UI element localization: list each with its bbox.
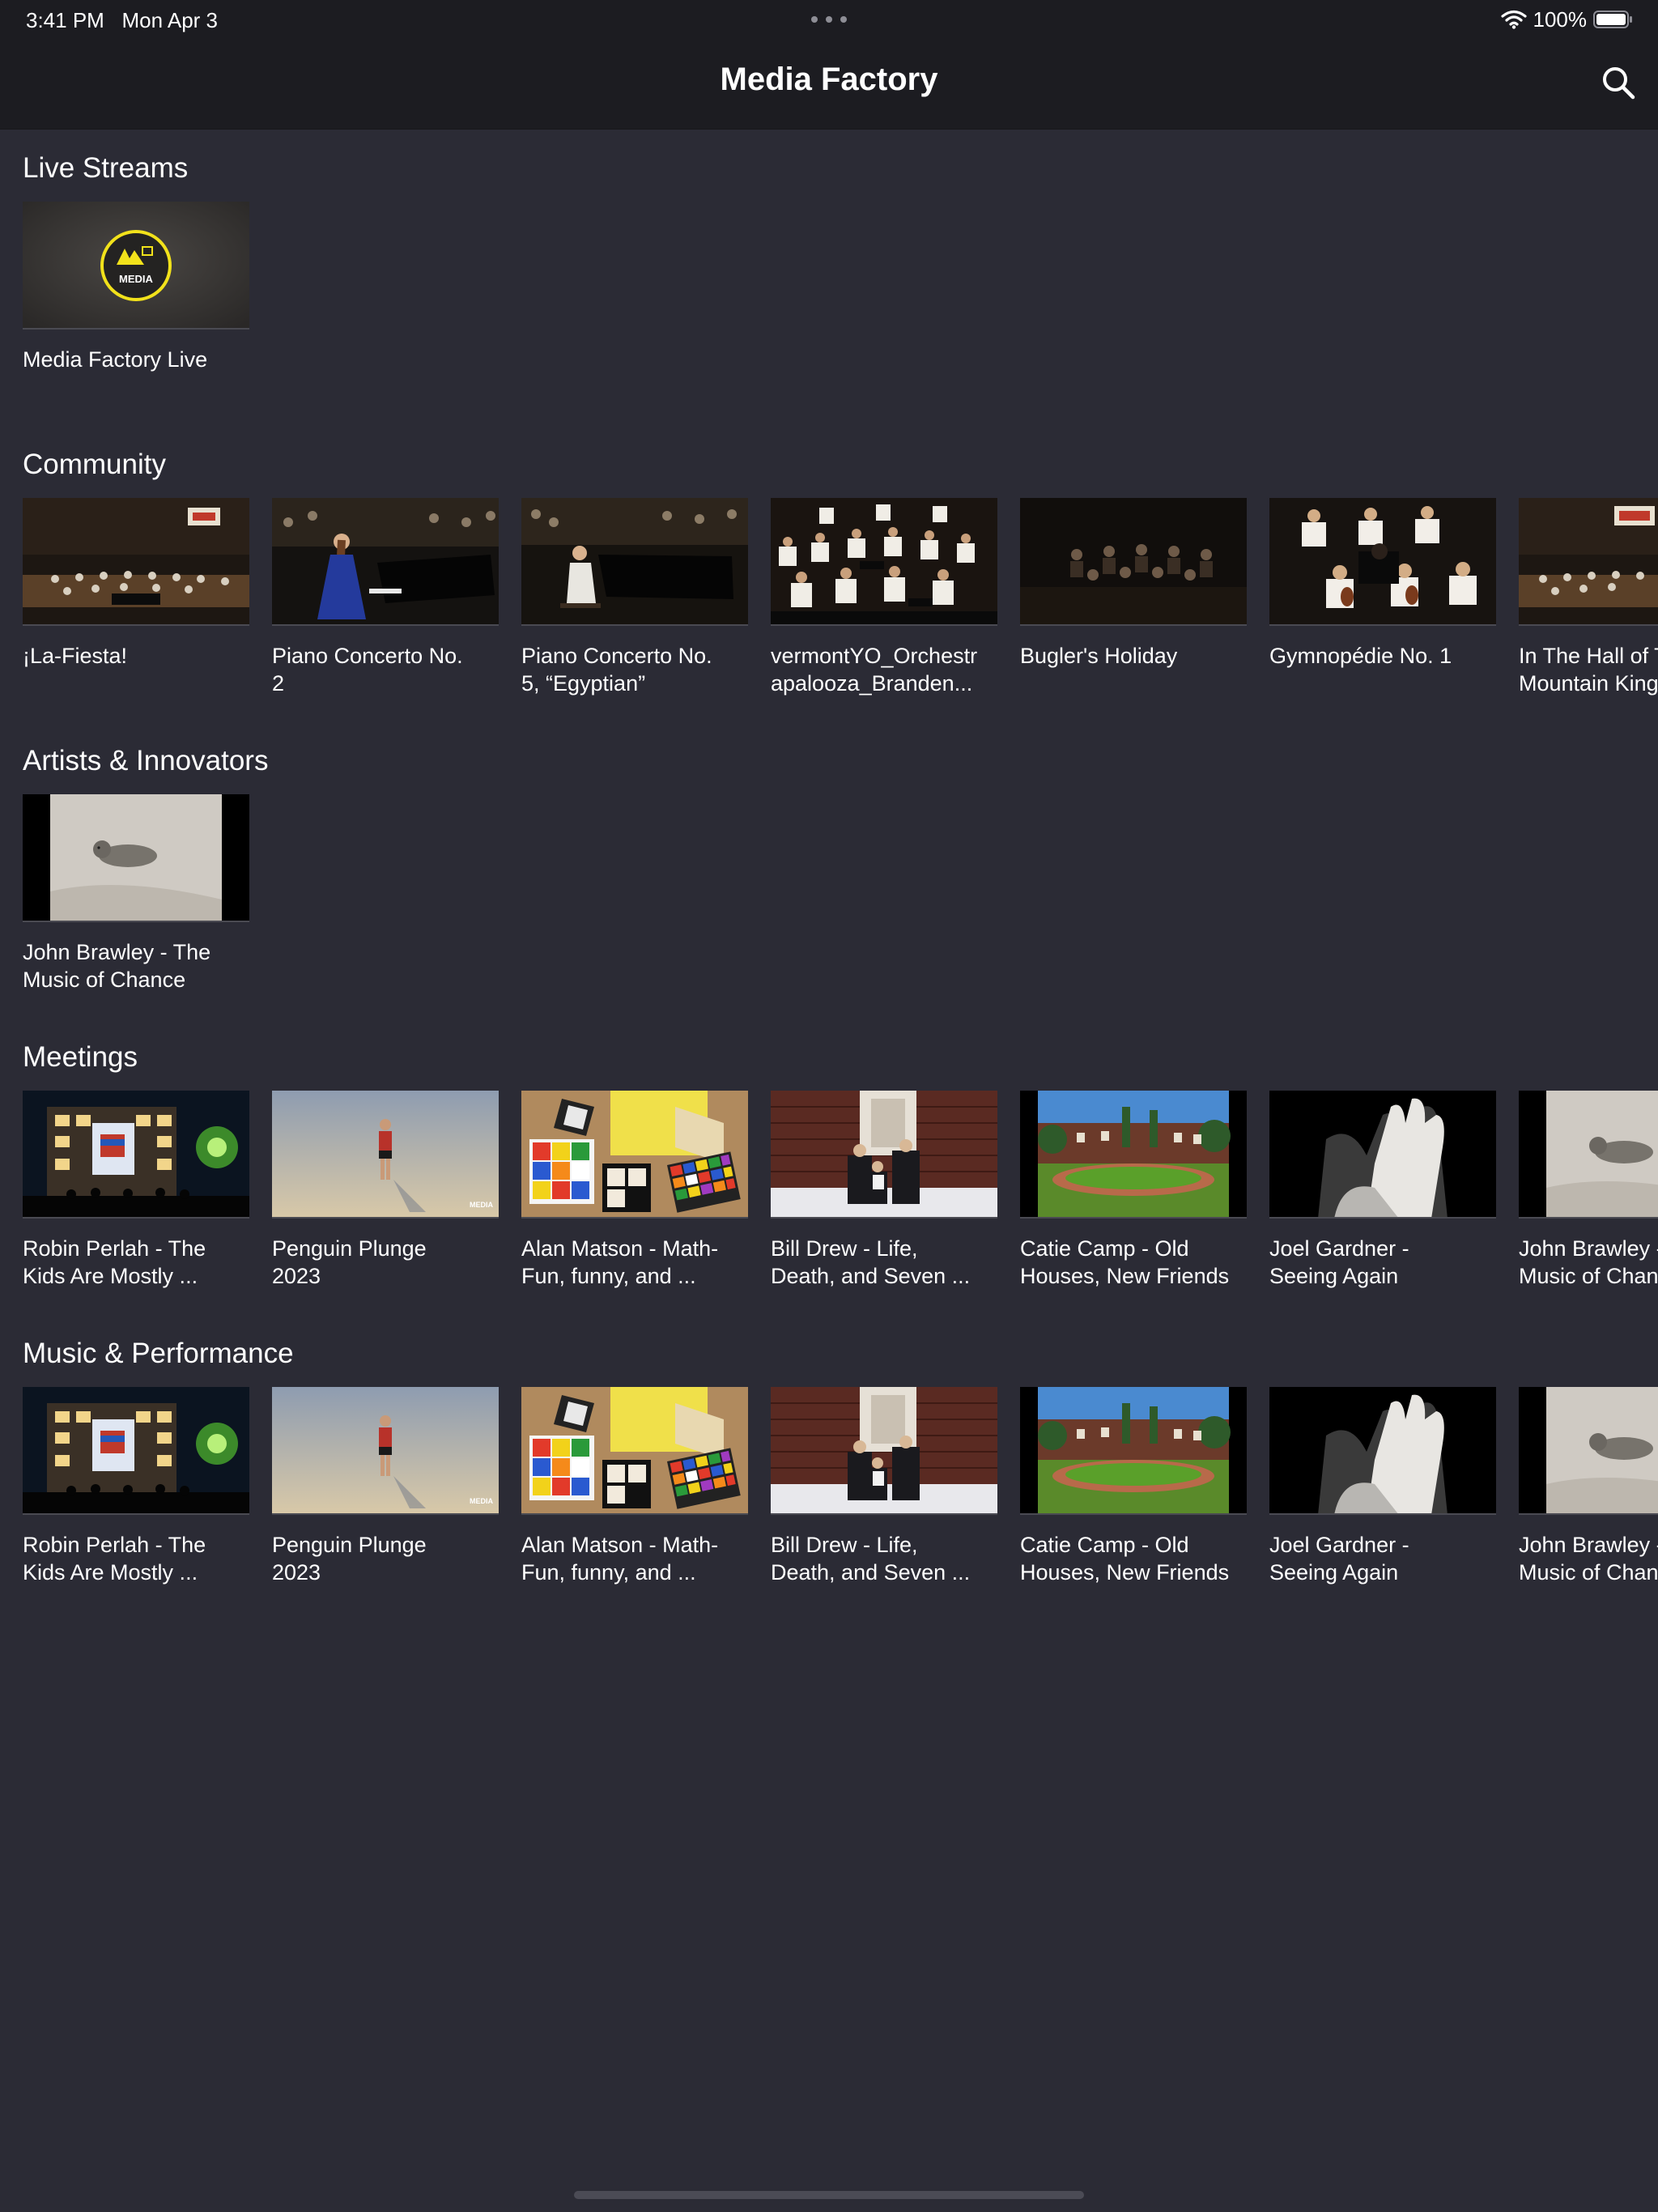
card-la-fiesta[interactable]: ¡La-Fiesta! (23, 498, 249, 670)
card-john-brawley[interactable]: John Brawley - The Music of Chance (1519, 1091, 1658, 1290)
clock-time: 3:41 PM (26, 8, 104, 32)
card-john-brawley-music-of-chance[interactable]: John Brawley - The Music of Chance (23, 794, 249, 993)
thumbnail (23, 1091, 249, 1219)
thumbnail (521, 1387, 748, 1515)
card-title: Catie Camp - Old Houses, New Friends (1020, 1236, 1230, 1288)
card-title: ¡La-Fiesta! (23, 644, 128, 668)
thumbnail (23, 1387, 249, 1515)
thumbnail: MEDIA (272, 1091, 499, 1219)
card-title: Bill Drew - Life, Death, and Seven ... (771, 1236, 971, 1288)
card-piano-concerto-5[interactable]: Piano Concerto No. 5, “Egyptian” (521, 498, 748, 697)
thumbnail (771, 1387, 997, 1515)
thumbnail (1519, 1387, 1658, 1515)
row-community: ¡La-Fiesta! Piano Concerto No. 2 Piano C… (23, 498, 1658, 725)
card-title: In The Hall of The Mountain King (1519, 644, 1658, 696)
row-live-streams: MEDIA Media Factory Live (23, 202, 1658, 428)
card-title: Media Factory Live (23, 347, 208, 372)
card-catie-camp[interactable]: Catie Camp - Old Houses, New Friends (1020, 1387, 1247, 1586)
card-robin-perlah[interactable]: Robin Perlah - The Kids Are Mostly ... (23, 1091, 249, 1290)
thumbnail (23, 794, 249, 922)
card-title: Joel Gardner - Seeing Again (1269, 1533, 1409, 1585)
card-title: Gymnopédie No. 1 (1269, 644, 1452, 668)
card-title: vermontYO_Orchestr apalooza_Branden... (771, 644, 978, 696)
card-joel-gardner[interactable]: Joel Gardner - Seeing Again (1269, 1091, 1496, 1290)
multitasking-dots-icon[interactable] (811, 16, 847, 23)
thumbnail (1519, 1091, 1658, 1219)
card-in-the-hall-of-the-mountain-king[interactable]: In The Hall of The Mountain King (1519, 498, 1658, 697)
thumbnail (1269, 1091, 1496, 1219)
card-bill-drew[interactable]: Bill Drew - Life, Death, and Seven ... (771, 1091, 997, 1290)
status-time: 3:41 PM Mon Apr 3 (26, 8, 218, 33)
thumbnail (23, 498, 249, 626)
card-title: Penguin Plunge 2023 (272, 1533, 427, 1585)
thumbnail: MEDIA (23, 202, 249, 330)
search-icon (1603, 66, 1635, 99)
thumbnail (521, 1091, 748, 1219)
thumbnail (1020, 1091, 1247, 1219)
card-catie-camp[interactable]: Catie Camp - Old Houses, New Friends (1020, 1091, 1247, 1290)
card-title: Penguin Plunge 2023 (272, 1236, 427, 1288)
thumbnail (272, 498, 499, 626)
card-title: Robin Perlah - The Kids Are Mostly ... (23, 1236, 206, 1288)
row-music-performance: Robin Perlah - The Kids Are Mostly ... M… (23, 1387, 1658, 1614)
card-penguin-plunge-2023[interactable]: MEDIA Penguin Plunge 2023 (272, 1387, 499, 1586)
section-title-community: Community (23, 449, 166, 480)
thumbnail (1020, 498, 1247, 626)
card-gymnopedie-1[interactable]: Gymnopédie No. 1 (1269, 498, 1496, 670)
battery-icon (1593, 11, 1632, 28)
card-title: Catie Camp - Old Houses, New Friends (1020, 1533, 1230, 1585)
card-joel-gardner[interactable]: Joel Gardner - Seeing Again (1269, 1387, 1496, 1586)
page-title: Media Factory (720, 62, 938, 97)
clock-date: Mon Apr 3 (121, 8, 219, 32)
thumbnail (771, 1091, 997, 1219)
thumbnail (521, 498, 748, 626)
row-meetings: Robin Perlah - The Kids Are Mostly ... M… (23, 1091, 1658, 1317)
section-title-music-performance: Music & Performance (23, 1338, 294, 1369)
card-bill-drew[interactable]: Bill Drew - Life, Death, and Seven ... (771, 1387, 997, 1586)
card-title: John Brawley - The Music of Chance (1519, 1236, 1658, 1288)
thumbnail (1269, 1387, 1496, 1515)
search-button[interactable] (1598, 63, 1639, 104)
card-piano-concerto-2[interactable]: Piano Concerto No. 2 (272, 498, 499, 697)
card-vermontyo-orchestrapalooza[interactable]: vermontYO_Orchestr apalooza_Branden... (771, 498, 997, 697)
logo-text: MEDIA (119, 273, 154, 285)
card-title: Robin Perlah - The Kids Are Mostly ... (23, 1533, 206, 1585)
status-bar: 3:41 PM Mon Apr 3 100% (0, 0, 1658, 39)
svg-text:MEDIA: MEDIA (470, 1201, 494, 1209)
card-buglers-holiday[interactable]: Bugler's Holiday (1020, 498, 1247, 670)
status-indicators: 100% (1500, 6, 1635, 32)
card-title: John Brawley - The Music of Chance (23, 940, 211, 992)
nav-bar: Media Factory (0, 39, 1658, 130)
home-indicator[interactable] (574, 2191, 1084, 2199)
section-title-meetings: Meetings (23, 1041, 138, 1073)
card-penguin-plunge-2023[interactable]: MEDIA Penguin Plunge 2023 (272, 1091, 499, 1290)
thumbnail (1519, 498, 1658, 626)
card-john-brawley[interactable]: John Brawley - The Music of Chance (1519, 1387, 1658, 1586)
card-title: Bill Drew - Life, Death, and Seven ... (771, 1533, 971, 1585)
row-artists-innovators: John Brawley - The Music of Chance (23, 794, 1658, 1021)
wifi-icon (1500, 10, 1527, 29)
card-robin-perlah[interactable]: Robin Perlah - The Kids Are Mostly ... (23, 1387, 249, 1586)
card-media-factory-live[interactable]: MEDIA Media Factory Live (23, 202, 249, 373)
card-alan-matson[interactable]: Alan Matson - Math- Fun, funny, and ... (521, 1091, 748, 1290)
card-title: Piano Concerto No. 2 (272, 644, 463, 696)
thumbnail: MEDIA (272, 1387, 499, 1515)
card-alan-matson[interactable]: Alan Matson - Math- Fun, funny, and ... (521, 1387, 748, 1586)
thumbnail (1269, 498, 1496, 626)
section-title-artists-innovators: Artists & Innovators (23, 745, 269, 776)
card-title: John Brawley - The Music of Chance (1519, 1533, 1658, 1585)
thumbnail (771, 498, 997, 626)
card-title: Piano Concerto No. 5, “Egyptian” (521, 644, 712, 696)
card-title: Alan Matson - Math- Fun, funny, and ... (521, 1533, 719, 1585)
card-title: Joel Gardner - Seeing Again (1269, 1236, 1409, 1288)
svg-text:MEDIA: MEDIA (470, 1497, 494, 1505)
card-title: Bugler's Holiday (1020, 644, 1178, 668)
section-title-live-streams: Live Streams (23, 152, 189, 184)
card-title: Alan Matson - Math- Fun, funny, and ... (521, 1236, 719, 1288)
battery-percentage: 100% (1533, 6, 1588, 32)
thumbnail (1020, 1387, 1247, 1515)
